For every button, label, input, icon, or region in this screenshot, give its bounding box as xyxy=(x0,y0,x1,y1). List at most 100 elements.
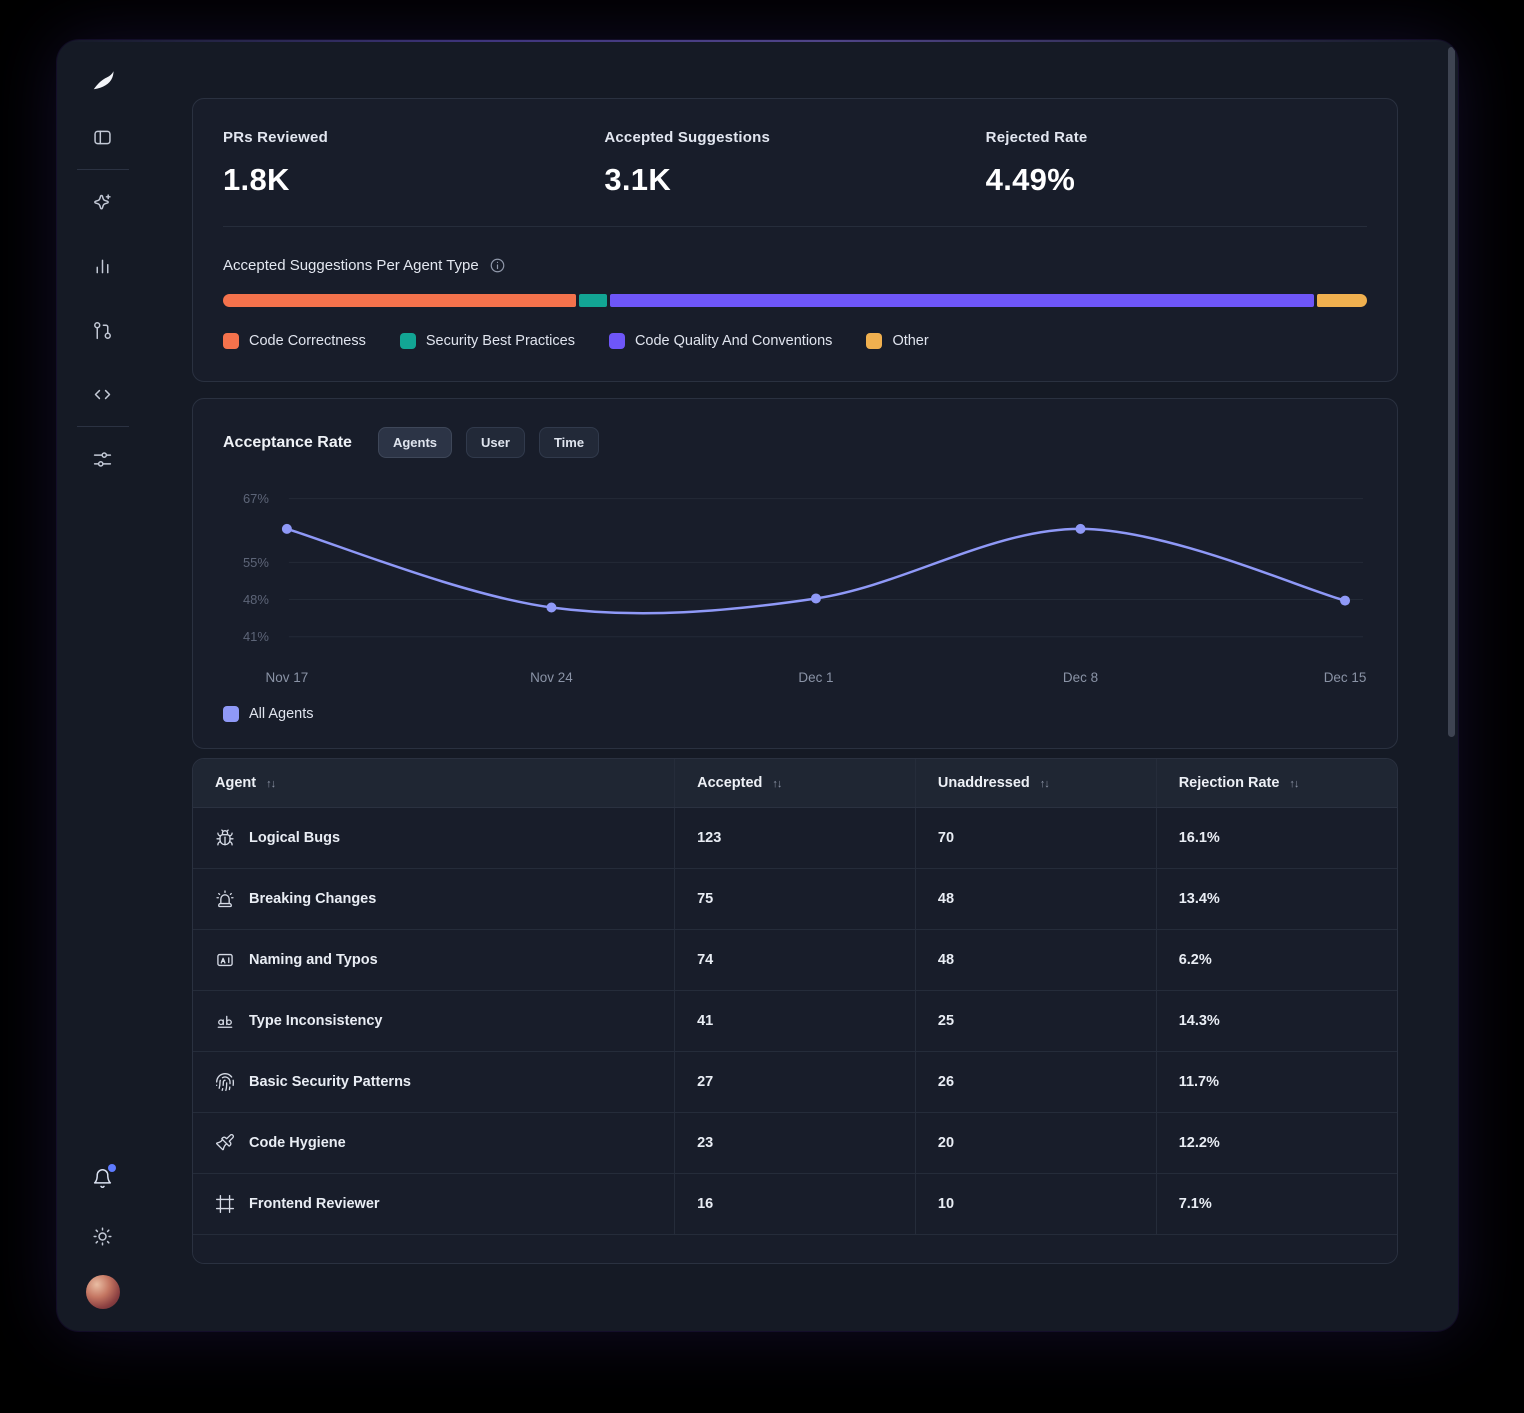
accepted-value: 123 xyxy=(674,807,916,869)
app-logo xyxy=(88,66,118,96)
frame-icon xyxy=(215,1194,235,1214)
stat-value: 4.49% xyxy=(985,162,1076,197)
sidebar-item-pull-requests[interactable] xyxy=(84,311,122,349)
table-row-basic-security-patterns[interactable]: Basic Security Patterns 27 26 11.7% xyxy=(193,1051,1397,1113)
agents-table: Agent ↑↓ Accepted ↑↓ Unaddressed ↑↓ Rejection … xyxy=(193,759,1397,1235)
table-row-logical-bugs[interactable]: Logical Bugs 123 70 16.1% xyxy=(193,807,1397,869)
stat-rejected-rate: Rejected Rate 4.49% xyxy=(986,129,1367,198)
legend-swatch xyxy=(866,333,883,349)
column-label: Unaddressed xyxy=(937,775,1030,791)
chart-point[interactable] xyxy=(1340,595,1351,606)
scrollbar-thumb[interactable] xyxy=(1448,47,1455,737)
chart-point[interactable] xyxy=(281,523,292,534)
sort-icon[interactable]: ↑↓ xyxy=(266,778,276,790)
sort-icon[interactable]: ↑↓ xyxy=(1040,778,1050,790)
chart-x-labels: Nov 17 Nov 24 Dec 1 Dec 8 Dec 15 xyxy=(266,670,1367,685)
notifications-button[interactable] xyxy=(84,1159,122,1197)
unaddressed-value: 20 xyxy=(914,1112,1157,1174)
chart-point[interactable] xyxy=(810,593,821,604)
brush-icon xyxy=(215,1133,235,1153)
chart-point[interactable] xyxy=(546,602,557,613)
svg-text:Dec 1: Dec 1 xyxy=(798,670,833,685)
stat-value: 3.1K xyxy=(604,162,672,197)
fingerprint-icon xyxy=(215,1072,235,1092)
legend-item-code-quality-and-conventions: Code Quality And Conventions xyxy=(608,333,833,349)
column-header-agent[interactable]: Agent ↑↓ xyxy=(193,759,675,808)
accepted-value: 75 xyxy=(674,868,916,930)
chart-gridlines xyxy=(288,498,1364,638)
svg-text:67%: 67% xyxy=(243,491,269,506)
sidebar-item-ai-agents[interactable] xyxy=(84,183,122,221)
agent-name: Logical Bugs xyxy=(249,830,341,846)
unaddressed-value: 26 xyxy=(914,1051,1157,1113)
stat-label: PRs Reviewed xyxy=(223,129,328,146)
legend-item-all-agents: All Agents xyxy=(223,706,314,722)
sidebar-nav-group xyxy=(84,183,122,413)
table-row-breaking-changes[interactable]: Breaking Changes 75 48 13.4% xyxy=(193,868,1397,930)
accepted-value: 23 xyxy=(674,1112,916,1174)
siren-icon xyxy=(215,889,235,909)
sidebar-item-code[interactable] xyxy=(84,375,122,413)
bug-icon xyxy=(215,828,235,848)
agent-type-breakdown: Accepted Suggestions Per Agent Type Code… xyxy=(223,257,1367,349)
legend-swatch xyxy=(399,333,416,349)
legend-swatch xyxy=(608,333,625,349)
sidebar-toggle-button[interactable] xyxy=(84,118,122,156)
table-row-code-hygiene[interactable]: Code Hygiene 23 20 12.2% xyxy=(193,1112,1397,1174)
table-header-row: Agent ↑↓ Accepted ↑↓ Unaddressed ↑↓ Rejection … xyxy=(193,759,1397,808)
settings-sliders-icon xyxy=(93,451,112,467)
notification-badge-dot xyxy=(107,1164,116,1172)
column-header-rejection-rate[interactable]: Rejection Rate ↑↓ xyxy=(1155,759,1397,808)
column-header-unaddressed[interactable]: Unaddressed ↑↓ xyxy=(914,759,1157,808)
tab-time[interactable]: Time xyxy=(538,427,600,458)
user-avatar[interactable] xyxy=(85,1275,120,1309)
stat-prs-reviewed: PRs Reviewed 1.8K xyxy=(223,129,604,198)
git-pull-request-icon xyxy=(94,321,111,339)
sidebar-divider xyxy=(76,169,129,170)
stat-label: Rejected Rate xyxy=(985,129,1088,146)
sort-icon[interactable]: ↑↓ xyxy=(772,778,782,790)
svg-text:55%: 55% xyxy=(243,555,269,570)
accepted-value: 16 xyxy=(674,1173,916,1235)
sparkles-icon xyxy=(94,193,111,210)
legend-label: All Agents xyxy=(249,706,314,722)
sidebar xyxy=(57,40,148,1331)
column-header-accepted[interactable]: Accepted ↑↓ xyxy=(674,759,916,808)
chart-point[interactable] xyxy=(1075,523,1086,534)
sidebar-item-settings[interactable] xyxy=(84,440,122,478)
code-icon xyxy=(94,389,111,399)
theme-toggle-button[interactable] xyxy=(84,1217,122,1255)
table-row-type-inconsistency[interactable]: Type Inconsistency 41 25 14.3% xyxy=(193,990,1397,1052)
svg-text:41%: 41% xyxy=(243,629,269,644)
agent-name: Basic Security Patterns xyxy=(249,1074,411,1090)
legend-label: Code Quality And Conventions xyxy=(634,333,833,349)
chart-tabs: Agents User Time xyxy=(377,427,600,458)
main-content: PRs Reviewed 1.8K Accepted Suggestions 3.1K… xyxy=(148,40,1458,1331)
rejection-rate-value: 13.4% xyxy=(1155,868,1397,930)
legend-swatch xyxy=(223,706,239,722)
sidebar-item-analytics[interactable] xyxy=(84,247,122,285)
rejection-rate-value: 6.2% xyxy=(1155,929,1397,991)
chart-title: Acceptance Rate xyxy=(223,433,352,451)
unaddressed-value: 48 xyxy=(914,929,1157,991)
table-row-frontend-reviewer[interactable]: Frontend Reviewer 16 10 7.1% xyxy=(193,1173,1397,1235)
column-label: Rejection Rate xyxy=(1178,775,1280,791)
unaddressed-value: 48 xyxy=(914,868,1157,930)
stats-row: PRs Reviewed 1.8K Accepted Suggestions 3.1K… xyxy=(223,129,1367,198)
column-label: Accepted xyxy=(697,775,763,791)
agent-name: Type Inconsistency xyxy=(249,1013,383,1029)
tab-agents[interactable]: Agents xyxy=(377,427,453,458)
agent-name: Frontend Reviewer xyxy=(249,1196,380,1212)
chart-y-labels: 67% 55% 48% 41% xyxy=(243,491,269,644)
agent-name: Code Hygiene xyxy=(249,1135,346,1151)
info-icon[interactable] xyxy=(489,257,506,274)
stat-label: Accepted Suggestions xyxy=(604,129,771,146)
rejection-rate-value: 7.1% xyxy=(1155,1173,1397,1235)
breakdown-title: Accepted Suggestions Per Agent Type xyxy=(223,257,479,274)
sort-icon[interactable]: ↑↓ xyxy=(1289,778,1299,790)
table-row-naming-and-typos[interactable]: Naming and Typos 74 48 6.2% xyxy=(193,929,1397,991)
agent-type-legend: Code Correctness Security Best Practices C… xyxy=(223,333,1367,349)
rejection-rate-value: 12.2% xyxy=(1155,1112,1397,1174)
legend-item-security-best-practices: Security Best Practices xyxy=(399,333,575,349)
tab-user[interactable]: User xyxy=(466,427,525,458)
